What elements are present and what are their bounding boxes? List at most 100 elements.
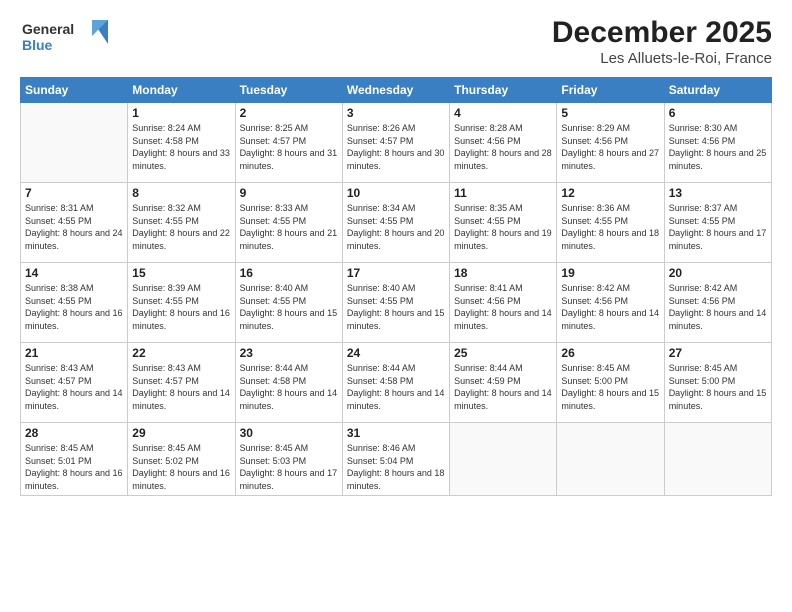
day-number: 13: [669, 186, 767, 200]
table-row: 10 Sunrise: 8:34 AM Sunset: 4:55 PM Dayli…: [342, 183, 449, 263]
table-row: 19 Sunrise: 8:42 AM Sunset: 4:56 PM Dayli…: [557, 263, 664, 343]
day-number: 10: [347, 186, 445, 200]
table-row: 17 Sunrise: 8:40 AM Sunset: 4:55 PM Dayli…: [342, 263, 449, 343]
header: General Blue December 2025 Les Alluets-l…: [20, 16, 772, 67]
day-info: Sunrise: 8:36 AM Sunset: 4:55 PM Dayligh…: [561, 202, 659, 252]
day-number: 14: [25, 266, 123, 280]
day-number: 8: [132, 186, 230, 200]
table-row: 4 Sunrise: 8:28 AM Sunset: 4:56 PM Daylig…: [450, 103, 557, 183]
day-number: 11: [454, 186, 552, 200]
table-row: 13 Sunrise: 8:37 AM Sunset: 4:55 PM Dayli…: [664, 183, 771, 263]
day-number: 26: [561, 346, 659, 360]
day-number: 1: [132, 106, 230, 120]
table-row: 11 Sunrise: 8:35 AM Sunset: 4:55 PM Dayli…: [450, 183, 557, 263]
day-info: Sunrise: 8:42 AM Sunset: 4:56 PM Dayligh…: [561, 282, 659, 332]
table-row: 15 Sunrise: 8:39 AM Sunset: 4:55 PM Dayli…: [128, 263, 235, 343]
table-row: 7Sunrise: 8:31 AM Sunset: 4:55 PM Daylig…: [21, 183, 128, 263]
table-row: 20 Sunrise: 8:42 AM Sunset: 4:56 PM Dayli…: [664, 263, 771, 343]
month-year: December 2025: [552, 16, 772, 50]
table-row: 16 Sunrise: 8:40 AM Sunset: 4:55 PM Dayli…: [235, 263, 342, 343]
day-number: 20: [669, 266, 767, 280]
day-info: Sunrise: 8:45 AM Sunset: 5:00 PM Dayligh…: [669, 362, 767, 412]
day-number: 24: [347, 346, 445, 360]
table-row: 26 Sunrise: 8:45 AM Sunset: 5:00 PM Dayli…: [557, 343, 664, 423]
title-block: December 2025 Les Alluets-le-Roi, France: [552, 16, 772, 67]
table-row: 30Sunrise: 8:45 AM Sunset: 5:03 PM Dayli…: [235, 423, 342, 496]
day-number: 3: [347, 106, 445, 120]
day-info: Sunrise: 8:24 AM Sunset: 4:58 PM Dayligh…: [132, 122, 230, 172]
day-info: Sunrise: 8:34 AM Sunset: 4:55 PM Dayligh…: [347, 202, 445, 252]
col-friday: Friday: [557, 78, 664, 103]
day-info: Sunrise: 8:40 AM Sunset: 4:55 PM Dayligh…: [347, 282, 445, 332]
calendar-header-row: Sunday Monday Tuesday Wednesday Thursday…: [21, 78, 772, 103]
col-thursday: Thursday: [450, 78, 557, 103]
day-info: Sunrise: 8:32 AM Sunset: 4:55 PM Dayligh…: [132, 202, 230, 252]
table-row: 2 Sunrise: 8:25 AM Sunset: 4:57 PM Daylig…: [235, 103, 342, 183]
location: Les Alluets-le-Roi, France: [552, 50, 772, 67]
day-info: Sunrise: 8:43 AM Sunset: 4:57 PM Dayligh…: [25, 362, 123, 412]
day-number: 12: [561, 186, 659, 200]
table-row: [450, 423, 557, 496]
table-row: [557, 423, 664, 496]
table-row: [664, 423, 771, 496]
day-number: 18: [454, 266, 552, 280]
day-info: Sunrise: 8:43 AM Sunset: 4:57 PM Dayligh…: [132, 362, 230, 412]
day-info: Sunrise: 8:46 AM Sunset: 5:04 PM Dayligh…: [347, 442, 445, 492]
day-number: 4: [454, 106, 552, 120]
day-number: 31: [347, 426, 445, 440]
col-monday: Monday: [128, 78, 235, 103]
table-row: 9Sunrise: 8:33 AM Sunset: 4:55 PM Daylig…: [235, 183, 342, 263]
day-info: Sunrise: 8:35 AM Sunset: 4:55 PM Dayligh…: [454, 202, 552, 252]
table-row: 28 Sunrise: 8:45 AM Sunset: 5:01 PM Dayli…: [21, 423, 128, 496]
day-info: Sunrise: 8:42 AM Sunset: 4:56 PM Dayligh…: [669, 282, 767, 332]
page: General Blue December 2025 Les Alluets-l…: [0, 0, 792, 612]
day-info: Sunrise: 8:45 AM Sunset: 5:01 PM Dayligh…: [25, 442, 123, 492]
table-row: 27 Sunrise: 8:45 AM Sunset: 5:00 PM Dayli…: [664, 343, 771, 423]
logo-text: General Blue: [20, 16, 110, 65]
day-info: Sunrise: 8:44 AM Sunset: 4:58 PM Dayligh…: [240, 362, 338, 412]
day-info: Sunrise: 8:31 AM Sunset: 4:55 PM Dayligh…: [25, 202, 123, 252]
day-number: 15: [132, 266, 230, 280]
col-sunday: Sunday: [21, 78, 128, 103]
table-row: 21Sunrise: 8:43 AM Sunset: 4:57 PM Dayli…: [21, 343, 128, 423]
day-info: Sunrise: 8:39 AM Sunset: 4:55 PM Dayligh…: [132, 282, 230, 332]
day-info: Sunrise: 8:45 AM Sunset: 5:02 PM Dayligh…: [132, 442, 230, 492]
day-info: Sunrise: 8:38 AM Sunset: 4:55 PM Dayligh…: [25, 282, 123, 332]
day-number: 2: [240, 106, 338, 120]
day-info: Sunrise: 8:29 AM Sunset: 4:56 PM Dayligh…: [561, 122, 659, 172]
col-wednesday: Wednesday: [342, 78, 449, 103]
day-info: Sunrise: 8:26 AM Sunset: 4:57 PM Dayligh…: [347, 122, 445, 172]
table-row: 25 Sunrise: 8:44 AM Sunset: 4:59 PM Dayli…: [450, 343, 557, 423]
day-info: Sunrise: 8:37 AM Sunset: 4:55 PM Dayligh…: [669, 202, 767, 252]
day-info: Sunrise: 8:45 AM Sunset: 5:00 PM Dayligh…: [561, 362, 659, 412]
table-row: 3 Sunrise: 8:26 AM Sunset: 4:57 PM Daylig…: [342, 103, 449, 183]
day-info: Sunrise: 8:30 AM Sunset: 4:56 PM Dayligh…: [669, 122, 767, 172]
day-number: 27: [669, 346, 767, 360]
day-number: 30: [240, 426, 338, 440]
day-number: 19: [561, 266, 659, 280]
day-number: 23: [240, 346, 338, 360]
col-tuesday: Tuesday: [235, 78, 342, 103]
day-number: 17: [347, 266, 445, 280]
day-number: 5: [561, 106, 659, 120]
day-number: 28: [25, 426, 123, 440]
day-info: Sunrise: 8:44 AM Sunset: 4:59 PM Dayligh…: [454, 362, 552, 412]
col-saturday: Saturday: [664, 78, 771, 103]
day-number: 25: [454, 346, 552, 360]
day-info: Sunrise: 8:33 AM Sunset: 4:55 PM Dayligh…: [240, 202, 338, 252]
table-row: 5 Sunrise: 8:29 AM Sunset: 4:56 PM Daylig…: [557, 103, 664, 183]
day-info: Sunrise: 8:25 AM Sunset: 4:57 PM Dayligh…: [240, 122, 338, 172]
table-row: 29 Sunrise: 8:45 AM Sunset: 5:02 PM Dayli…: [128, 423, 235, 496]
day-number: 16: [240, 266, 338, 280]
day-info: Sunrise: 8:28 AM Sunset: 4:56 PM Dayligh…: [454, 122, 552, 172]
table-row: 31 Sunrise: 8:46 AM Sunset: 5:04 PM Dayli…: [342, 423, 449, 496]
day-number: 6: [669, 106, 767, 120]
table-row: 8 Sunrise: 8:32 AM Sunset: 4:55 PM Daylig…: [128, 183, 235, 263]
logo: General Blue: [20, 16, 110, 65]
day-number: 29: [132, 426, 230, 440]
svg-text:Blue: Blue: [22, 37, 53, 53]
calendar-table: Sunday Monday Tuesday Wednesday Thursday…: [20, 77, 772, 496]
table-row: 22Sunrise: 8:43 AM Sunset: 4:57 PM Dayli…: [128, 343, 235, 423]
day-info: Sunrise: 8:40 AM Sunset: 4:55 PM Dayligh…: [240, 282, 338, 332]
svg-text:General: General: [22, 21, 74, 37]
